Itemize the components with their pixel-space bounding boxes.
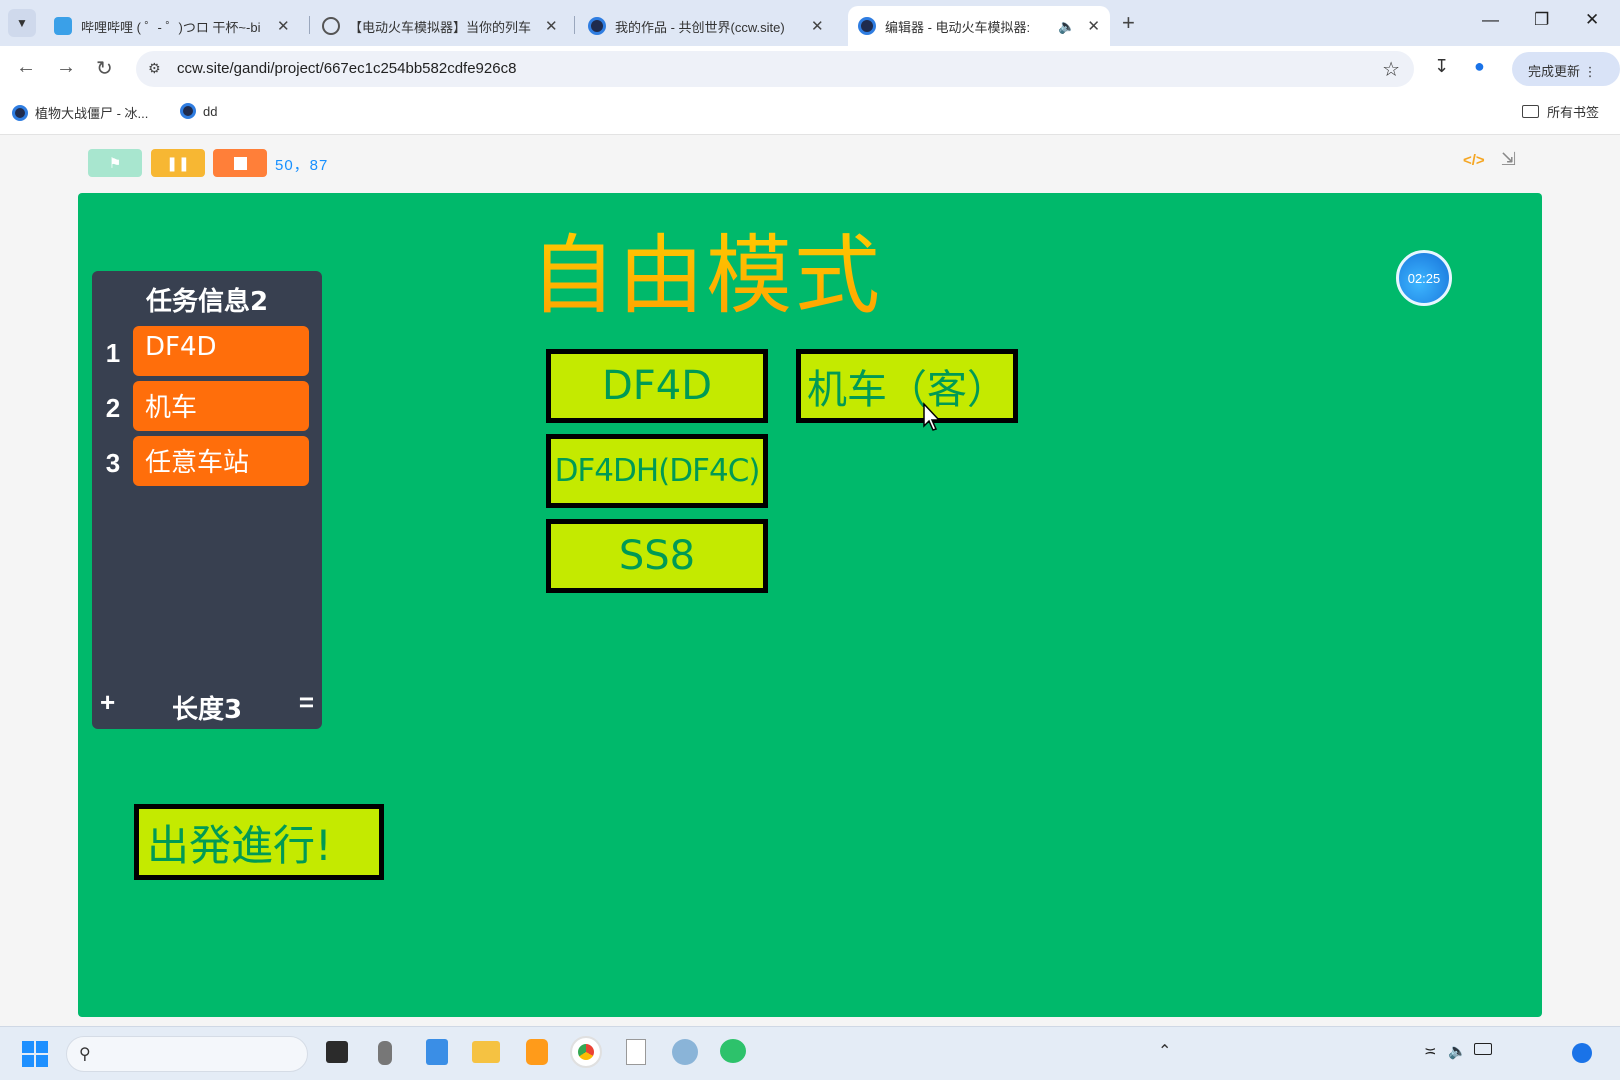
green-flag-button[interactable]: ⚑ bbox=[88, 149, 142, 177]
battery-icon[interactable] bbox=[1474, 1043, 1492, 1055]
tab-separator bbox=[574, 16, 575, 34]
list-length-label: 长度3 bbox=[171, 695, 243, 725]
list-item: 2 机车 bbox=[92, 381, 322, 431]
bookmark-star-icon[interactable]: ☆ bbox=[1382, 57, 1400, 82]
tab-search-chevron-icon[interactable]: ▼ bbox=[8, 9, 36, 37]
folder-icon bbox=[1522, 105, 1539, 118]
list-item-index: 2 bbox=[105, 393, 121, 423]
download-icon[interactable]: ↧ bbox=[1434, 56, 1449, 77]
windows-start-icon[interactable] bbox=[22, 1041, 48, 1067]
update-button[interactable]: 完成更新 ⋮ bbox=[1512, 52, 1620, 86]
list-resize-handle[interactable]: = bbox=[299, 687, 314, 718]
list-item-value[interactable]: 机车 bbox=[133, 381, 309, 431]
code-icon[interactable]: </> bbox=[1463, 152, 1485, 169]
stop-button[interactable] bbox=[213, 149, 267, 177]
tab-close-icon[interactable]: ✕ bbox=[1087, 17, 1100, 35]
tab-my-works[interactable]: 我的作品 - 共创世界(ccw.site) ✕ bbox=[578, 6, 834, 46]
forward-icon[interactable]: → bbox=[56, 56, 76, 79]
pause-icon: ❚❚ bbox=[166, 154, 190, 171]
tab-label: 编辑器 - 电动火车模拟器: bbox=[885, 19, 1031, 35]
bookmarks-bar: 植物大战僵尸 - 冰... dd 所有书签 bbox=[0, 91, 1620, 135]
list-item-index: 3 bbox=[105, 448, 121, 478]
tab-editor[interactable]: 编辑器 - 电动火车模拟器: 🔈 ✕ bbox=[848, 6, 1110, 46]
df4d-button[interactable]: DF4D bbox=[546, 349, 768, 423]
search-icon: ⚲ bbox=[79, 1046, 91, 1063]
settings-app-icon[interactable] bbox=[672, 1039, 698, 1065]
notepad-app-icon[interactable] bbox=[426, 1039, 448, 1065]
flag-icon: ⚑ bbox=[108, 154, 122, 171]
tab-label: 我的作品 - 共创世界(ccw.site) bbox=[615, 19, 785, 35]
ccw-icon bbox=[180, 103, 196, 119]
microphone-app-icon[interactable] bbox=[378, 1041, 392, 1065]
tab-video[interactable]: 【电动火车模拟器】当你的列车 ✕ bbox=[312, 6, 568, 46]
taskbar-search[interactable]: ⚲ bbox=[66, 1036, 308, 1072]
tab-label: 【电动火车模拟器】当你的列车 bbox=[349, 19, 532, 35]
timer-badge: 02:25 bbox=[1396, 250, 1452, 306]
player-controls: ⚑ ❚❚ 50，87 </> ⇲ bbox=[0, 135, 1620, 193]
stop-icon bbox=[233, 156, 247, 170]
list-item: 1 DF4D bbox=[92, 326, 322, 376]
wechat-icon[interactable] bbox=[720, 1039, 746, 1063]
chevron-up-icon[interactable]: ⌃ bbox=[1158, 1041, 1171, 1061]
ccw-icon bbox=[12, 104, 28, 121]
app-icon[interactable] bbox=[526, 1039, 548, 1065]
bilibili-icon bbox=[54, 17, 72, 35]
speaker-icon[interactable]: 🔈 bbox=[1058, 18, 1075, 35]
tab-close-icon[interactable]: ✕ bbox=[545, 17, 558, 35]
globe-icon bbox=[322, 17, 340, 35]
task-list-monitor: 任务信息2 1 DF4D 2 机车 3 任意车站 + 长度3 = bbox=[92, 271, 322, 729]
depart-button[interactable]: 出発進行! bbox=[134, 804, 384, 880]
task-list-title: 任务信息2 bbox=[145, 287, 269, 317]
profile-icon[interactable]: ● bbox=[1474, 56, 1485, 77]
close-window-icon[interactable]: ✕ bbox=[1585, 10, 1599, 30]
tab-label: 哔哩哔哩 ( ゜- ゜)つロ 干杯~-bi bbox=[81, 19, 261, 35]
notification-icon[interactable] bbox=[1572, 1043, 1592, 1063]
df4dh-button[interactable]: DF4DH(DF4C) bbox=[546, 434, 768, 508]
mouse-coordinates: 50，87 bbox=[275, 157, 329, 174]
reload-icon[interactable]: ↻ bbox=[96, 56, 113, 81]
bookmark-label: 植物大战僵尸 - 冰... bbox=[35, 106, 149, 121]
address-bar[interactable]: ⚙ ccw.site/gandi/project/667ec1c254bb582… bbox=[136, 51, 1414, 87]
ss8-button[interactable]: SS8 bbox=[546, 519, 768, 593]
tab-separator bbox=[309, 16, 310, 34]
wifi-icon[interactable]: ≍ bbox=[1424, 1042, 1437, 1060]
volume-icon[interactable]: 🔈 bbox=[1448, 1042, 1467, 1060]
chrome-icon[interactable] bbox=[570, 1036, 602, 1068]
bookmarks-folder-label: 所有书签 bbox=[1547, 105, 1600, 120]
mouse-cursor-icon bbox=[923, 402, 941, 431]
document-app-icon[interactable] bbox=[626, 1039, 646, 1065]
project-stage[interactable]: 自由模式 02:25 任务信息2 1 DF4D 2 机车 3 任意车站 + 长度… bbox=[78, 193, 1542, 1017]
task-view-icon[interactable] bbox=[326, 1041, 348, 1063]
pause-button[interactable]: ❚❚ bbox=[151, 149, 205, 177]
ccw-icon bbox=[588, 17, 606, 35]
browser-toolbar: ← → ↻ ⚙ ccw.site/gandi/project/667ec1c25… bbox=[0, 46, 1620, 91]
stage-title: 自由模式 bbox=[530, 205, 882, 330]
ccw-icon bbox=[858, 17, 876, 35]
list-item-index: 1 bbox=[105, 338, 121, 368]
taskbar: ⚲ ⌃ ≍ 🔈 bbox=[0, 1026, 1620, 1080]
tab-close-icon[interactable]: ✕ bbox=[277, 17, 290, 35]
bookmark-item[interactable]: 植物大战僵尸 - 冰... bbox=[12, 103, 148, 122]
back-icon[interactable]: ← bbox=[16, 56, 36, 79]
shrink-icon[interactable]: ⇲ bbox=[1501, 149, 1516, 170]
tab-close-icon[interactable]: ✕ bbox=[811, 17, 824, 35]
list-item-value[interactable]: DF4D bbox=[133, 326, 309, 376]
file-explorer-icon[interactable] bbox=[472, 1041, 500, 1063]
list-item-value[interactable]: 任意车站 bbox=[133, 436, 309, 486]
minimize-icon[interactable]: — bbox=[1482, 10, 1499, 30]
browser-tab-strip: ▼ 哔哩哔哩 ( ゜- ゜)つロ 干杯~-bi ✕ 【电动火车模拟器】当你的列车… bbox=[0, 0, 1620, 46]
task-list-footer: + 长度3 = bbox=[92, 679, 322, 729]
list-item: 3 任意车站 bbox=[92, 436, 322, 486]
bookmark-label: dd bbox=[203, 103, 218, 119]
url-text[interactable]: ccw.site/gandi/project/667ec1c254bb582cd… bbox=[177, 60, 516, 77]
site-settings-icon[interactable]: ⚙ bbox=[148, 60, 161, 77]
locomotive-passenger-button[interactable]: 机车（客） bbox=[796, 349, 1018, 423]
new-tab-button[interactable]: + bbox=[1122, 10, 1135, 36]
tab-bilibili[interactable]: 哔哩哔哩 ( ゜- ゜)つロ 干杯~-bi ✕ bbox=[44, 6, 300, 46]
all-bookmarks-folder[interactable]: 所有书签 bbox=[1522, 102, 1599, 121]
bookmark-item[interactable]: dd bbox=[180, 103, 217, 119]
restore-icon[interactable]: ❐ bbox=[1534, 10, 1549, 30]
more-icon[interactable]: ⋮ bbox=[1584, 64, 1597, 79]
update-label: 完成更新 bbox=[1528, 64, 1581, 79]
